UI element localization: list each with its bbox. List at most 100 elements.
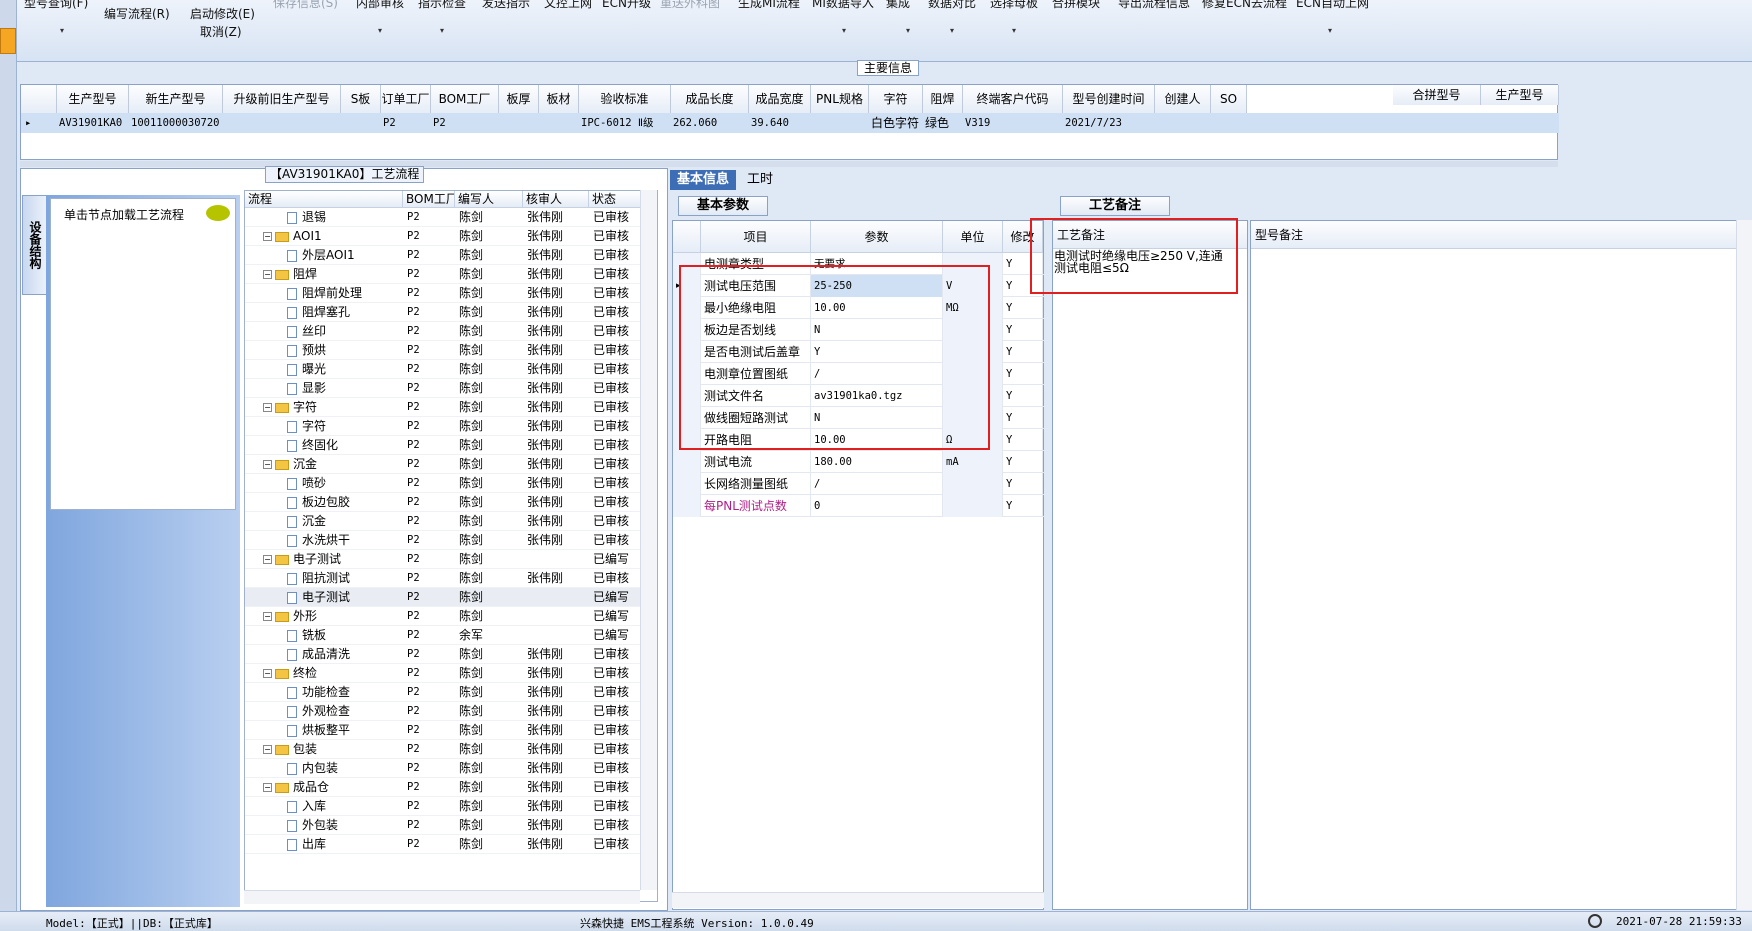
grid-cell[interactable]: V319: [965, 113, 1063, 133]
collapse-icon[interactable]: −: [263, 403, 272, 412]
tree-row[interactable]: 烘板整平 P2 陈剑 张伟刚 已审核: [245, 721, 645, 740]
tree-row[interactable]: 阻焊前处理 P2 陈剑 张伟刚 已审核: [245, 284, 645, 303]
tree-column-header[interactable]: 编写人: [455, 191, 523, 208]
grid-cell[interactable]: 2021/7/23: [1065, 113, 1155, 133]
grid-cell[interactable]: [1157, 113, 1211, 133]
param-cell-value[interactable]: 180.00: [811, 451, 943, 473]
horizontal-splitter[interactable]: [20, 161, 1558, 167]
toolbar-button[interactable]: 指示检查: [418, 0, 466, 10]
grid-cell[interactable]: IPC-6012 Ⅱ级: [581, 113, 671, 133]
grid-column-header[interactable]: 新生产型号: [129, 85, 223, 113]
tree-node[interactable]: − 包装: [263, 740, 403, 759]
tree-node[interactable]: 阻抗测试: [287, 569, 403, 588]
collapse-icon[interactable]: −: [263, 460, 272, 469]
tree-node[interactable]: 烘板整平: [287, 721, 403, 740]
tree-node[interactable]: − 电子测试: [263, 550, 403, 569]
grid-column-header[interactable]: SO: [1211, 85, 1247, 113]
tree-node[interactable]: 丝印: [287, 322, 403, 341]
tree-vertical-scrollbar[interactable]: [640, 190, 657, 890]
dropdown-arrow-icon[interactable]: ▾: [1328, 26, 1332, 35]
tree-node[interactable]: 喷砂: [287, 474, 403, 493]
tree-column-header[interactable]: 核审人: [523, 191, 589, 208]
tree-row[interactable]: 阻焊塞孔 P2 陈剑 张伟刚 已审核: [245, 303, 645, 322]
collapse-icon[interactable]: −: [263, 555, 272, 564]
tree-node[interactable]: 外观检查: [287, 702, 403, 721]
side-grid-header[interactable]: 生产型号: [1481, 85, 1559, 105]
tree-row[interactable]: 铣板 P2 余军 已编写: [245, 626, 645, 645]
param-cell-mod[interactable]: Y: [1003, 341, 1043, 363]
toolbar-button[interactable]: 文控上网: [544, 0, 592, 10]
toolbar-button[interactable]: 内部审核: [356, 0, 404, 10]
grid-cell[interactable]: [343, 113, 381, 133]
tree-horizontal-scrollbar[interactable]: [244, 890, 640, 904]
grid-cell[interactable]: P2: [383, 113, 431, 133]
tree-node[interactable]: − 外形: [263, 607, 403, 626]
tree-row[interactable]: 板边包胶 P2 陈剑 张伟刚 已审核: [245, 493, 645, 512]
dropdown-arrow-icon[interactable]: ▾: [378, 26, 382, 35]
collapse-icon[interactable]: −: [263, 669, 272, 678]
dropdown-arrow-icon[interactable]: ▾: [60, 26, 64, 35]
tree-row[interactable]: 曝光 P2 陈剑 张伟刚 已审核: [245, 360, 645, 379]
grid-cell[interactable]: 262.060: [673, 113, 749, 133]
tree-row[interactable]: 出库 P2 陈剑 张伟刚 已审核: [245, 835, 645, 854]
tree-node[interactable]: 曝光: [287, 360, 403, 379]
tree-row[interactable]: − 终检 P2 陈剑 张伟刚 已审核: [245, 664, 645, 683]
tree-row[interactable]: 水洗烘干 P2 陈剑 张伟刚 已审核: [245, 531, 645, 550]
toolbar-button[interactable]: 修复ECN去流程: [1202, 0, 1287, 10]
param-row[interactable]: 测试电流 180.00 mA Y: [673, 451, 1045, 473]
tree-node[interactable]: 入库: [287, 797, 403, 816]
tree-node[interactable]: 外层AOI1: [287, 246, 403, 265]
param-cell-mod[interactable]: Y: [1003, 297, 1043, 319]
grid-cell[interactable]: [501, 113, 539, 133]
grid-column-header[interactable]: 生产型号: [57, 85, 129, 113]
tree-row[interactable]: − 沉金 P2 陈剑 张伟刚 已审核: [245, 455, 645, 474]
tree-column-header[interactable]: 状态: [589, 191, 645, 208]
tree-node[interactable]: − 终检: [263, 664, 403, 683]
tree-node[interactable]: 退锡: [287, 208, 403, 227]
toolbar-button[interactable]: 取消(Z): [200, 25, 242, 39]
grid-column-header[interactable]: 成品宽度: [749, 85, 811, 113]
tree-row[interactable]: 阻抗测试 P2 陈剑 张伟刚 已审核: [245, 569, 645, 588]
tree-row[interactable]: − 阻焊 P2 陈剑 张伟刚 已审核: [245, 265, 645, 284]
tree-column-header[interactable]: BOM工厂: [403, 191, 455, 208]
tree-node[interactable]: − 成品仓: [263, 778, 403, 797]
param-column-header[interactable]: 单位: [943, 221, 1003, 253]
tree-node[interactable]: 水洗烘干: [287, 531, 403, 550]
param-column-header[interactable]: 参数: [811, 221, 943, 253]
grid-column-header[interactable]: 板材: [539, 85, 579, 113]
tree-row[interactable]: − 包装 P2 陈剑 张伟刚 已审核: [245, 740, 645, 759]
tree-node[interactable]: 预烘: [287, 341, 403, 360]
note-vertical-scrollbar[interactable]: [1736, 220, 1752, 910]
tree-node[interactable]: 显影: [287, 379, 403, 398]
grid-column-header[interactable]: PNL规格: [811, 85, 869, 113]
grid-column-header[interactable]: 成品长度: [671, 85, 749, 113]
tree-column-header[interactable]: 流程: [245, 191, 403, 208]
grid-cell[interactable]: 39.640: [751, 113, 811, 133]
tree-node[interactable]: 字符: [287, 417, 403, 436]
tree-row[interactable]: − AOI1 P2 陈剑 张伟刚 已审核: [245, 227, 645, 246]
grid-column-header[interactable]: BOM工厂: [431, 85, 499, 113]
param-cell-unit[interactable]: [943, 473, 1003, 495]
tree-node[interactable]: 外包装: [287, 816, 403, 835]
toolbar-button[interactable]: ECN自动上网: [1296, 0, 1369, 10]
grid-cell[interactable]: [541, 113, 579, 133]
row-selector[interactable]: [673, 495, 701, 517]
param-cell-mod[interactable]: Y: [1003, 407, 1043, 429]
param-cell-mod[interactable]: Y: [1003, 495, 1043, 517]
tree-row[interactable]: 入库 P2 陈剑 张伟刚 已审核: [245, 797, 645, 816]
tab-basic-info[interactable]: 基本信息: [670, 170, 736, 190]
param-horizontal-scrollbar[interactable]: [672, 892, 1044, 908]
tree-row[interactable]: − 成品仓 P2 陈剑 张伟刚 已审核: [245, 778, 645, 797]
tab-basic-params[interactable]: 基本参数: [678, 196, 769, 216]
tree-node[interactable]: 阻焊前处理: [287, 284, 403, 303]
toolbar-button[interactable]: 合拼模块: [1052, 0, 1100, 10]
tree-row[interactable]: 内包装 P2 陈剑 张伟刚 已审核: [245, 759, 645, 778]
tree-row[interactable]: 退锡 P2 陈剑 张伟刚 已审核: [245, 208, 645, 227]
tree-node[interactable]: − AOI1: [263, 227, 403, 246]
tree-row[interactable]: 成品清洗 P2 陈剑 张伟刚 已审核: [245, 645, 645, 664]
tree-node[interactable]: 成品清洗: [287, 645, 403, 664]
grid-cell[interactable]: [813, 113, 869, 133]
tree-row[interactable]: 外包装 P2 陈剑 张伟刚 已审核: [245, 816, 645, 835]
toolbar-button[interactable]: 启动修改(E): [190, 7, 255, 21]
grid-column-header[interactable]: 阻焊: [923, 85, 963, 113]
